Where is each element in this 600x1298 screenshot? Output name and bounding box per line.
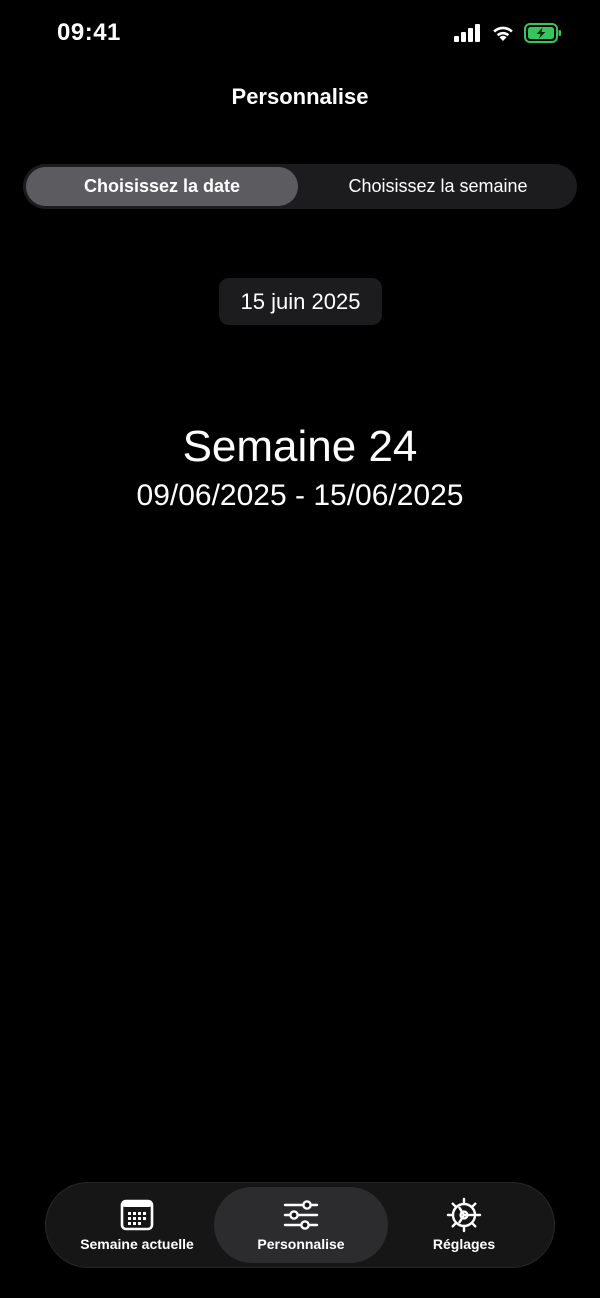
week-number-title: Semaine 24: [182, 422, 418, 471]
page-title: Personnalise: [231, 84, 369, 109]
wifi-icon: [491, 24, 515, 47]
status-time: 09:41: [57, 19, 121, 46]
battery-charging-icon: [524, 22, 562, 48]
status-icons: [454, 22, 562, 48]
date-week-segmented-control: Choisissez la date Choisissez la semaine: [23, 164, 577, 209]
cellular-signal-icon: [454, 23, 482, 47]
tab-personnalise[interactable]: Personnalise: [214, 1187, 388, 1263]
tab-label-personnalise: Personnalise: [257, 1236, 345, 1252]
segment-choose-week[interactable]: Choisissez la semaine: [302, 167, 574, 206]
tab-current-week[interactable]: Semaine actuelle: [51, 1187, 223, 1263]
segment-choose-date[interactable]: Choisissez la date: [26, 167, 298, 206]
gear-icon: [446, 1197, 482, 1233]
tab-label-current-week: Semaine actuelle: [80, 1236, 194, 1252]
tab-settings[interactable]: Réglages: [379, 1187, 549, 1263]
status-bar: 09:41: [0, 0, 600, 68]
date-picker-button[interactable]: 15 juin 2025: [219, 278, 382, 325]
tab-bar: Semaine actuelle Personnalise Réglages: [45, 1182, 555, 1268]
week-date-range: 09/06/2025 - 15/06/2025: [136, 479, 464, 512]
calendar-icon: [120, 1198, 154, 1232]
tab-label-settings: Réglages: [432, 1236, 496, 1252]
sliders-icon: [283, 1198, 319, 1232]
